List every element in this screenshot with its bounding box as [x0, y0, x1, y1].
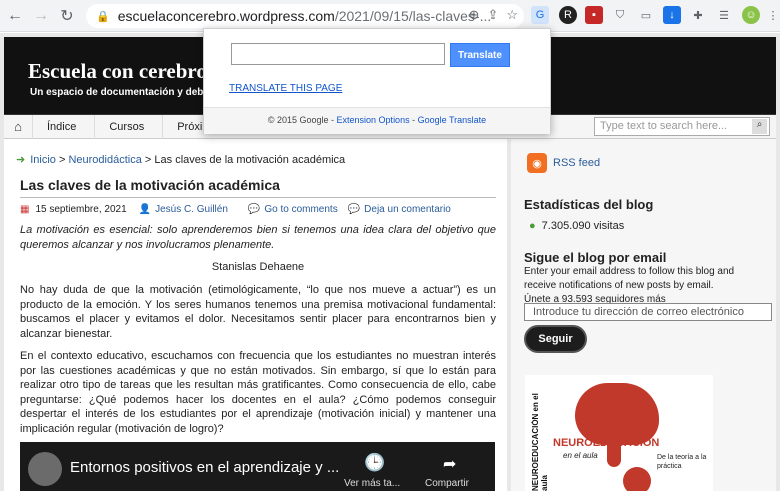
user-icon: 👤	[138, 204, 152, 215]
post-author[interactable]: Jesús C. Guillén	[155, 204, 228, 215]
share-icon[interactable]: ⇪	[487, 7, 498, 23]
sidebar: ◉ RSS feed Estadísticas del blog ● 7.305.…	[511, 139, 776, 491]
comment-bubble-icon: 💬	[247, 204, 261, 215]
translate-popup-footer: © 2015 Google - Extension Options - Goog…	[204, 107, 550, 134]
site-subtitle: Un espacio de documentación y debate so	[30, 87, 233, 98]
menu-item-indice[interactable]: Índice	[32, 114, 94, 139]
r-extension-icon[interactable]: R	[559, 6, 577, 24]
share-arrow-icon[interactable]: ➦	[443, 454, 456, 474]
post-meta: ▦ 15 septiembre, 2021 👤 Jesús C. Guillén…	[20, 197, 496, 215]
go-to-comments-link[interactable]: Go to comments	[264, 204, 337, 215]
translate-text-input[interactable]	[231, 43, 445, 65]
post-quote: La motivación es esencial: solo aprender…	[20, 224, 496, 251]
book-tagline: De la teoría a la práctica	[657, 454, 707, 470]
comment-bubble-icon: 💬	[347, 204, 361, 215]
breadcrumb-sep: >	[58, 154, 66, 166]
translate-page-icon[interactable]: ⊕	[469, 7, 480, 23]
follow-title: Sigue el blog por email	[524, 250, 667, 265]
post-paragraph-1: No hay duda de que la motivación (etimol…	[20, 284, 496, 340]
translate-this-page-link[interactable]: TRANSLATE THIS PAGE	[229, 83, 342, 94]
breadcrumb-sep: >	[144, 154, 152, 166]
puzzle-icon[interactable]: ✚	[689, 6, 707, 24]
breadcrumb: ➜ Inicio > Neurodidáctica > Las claves de…	[16, 153, 345, 166]
bullet-icon: ●	[529, 220, 536, 232]
stats-title: Estadísticas del blog	[524, 197, 654, 212]
address-bar[interactable]: 🔒 escuelaconcerebro.wordpress.com/2021/0…	[86, 4, 524, 28]
post-paragraph-2: En el contexto educativo, escuchamos con…	[20, 350, 496, 435]
back-arrow-icon[interactable]: ←	[4, 5, 26, 27]
breadcrumb-section[interactable]: Neurodidáctica	[68, 154, 141, 166]
email-field[interactable]: Introduce tu dirección de correo electró…	[524, 303, 772, 321]
home-icon[interactable]: ⌂	[4, 119, 32, 134]
watch-later-label[interactable]: Ver más ta...	[344, 478, 400, 489]
follow-button[interactable]: Seguir	[524, 325, 587, 353]
follow-text: Enter your email address to follow this …	[524, 266, 735, 291]
calendar-icon: ▦	[20, 204, 30, 215]
google-translate-link[interactable]: Google Translate	[418, 115, 487, 125]
google-translate-extension-icon[interactable]: G	[531, 6, 549, 24]
footer-copyright: © 2015 Google -	[267, 115, 335, 125]
rss-label[interactable]: RSS feed	[553, 157, 600, 169]
translate-popup: Translate TRANSLATE THIS PAGE © 2015 Goo…	[203, 28, 551, 134]
brain-illustration	[575, 383, 659, 445]
shield-icon[interactable]: ⛉	[611, 6, 629, 24]
video-channel-avatar[interactable]	[28, 452, 62, 486]
lock-icon[interactable]: 🔒	[96, 10, 110, 23]
post-date: 15 septiembre, 2021	[35, 204, 127, 215]
download-extension-icon[interactable]: ↓	[663, 6, 681, 24]
translate-button[interactable]: Translate	[450, 43, 510, 67]
site-search-input[interactable]: Type text to search here... ⌕	[594, 117, 770, 136]
bookmark-star-icon[interactable]: ☆	[506, 7, 518, 23]
search-icon[interactable]: ⌕	[752, 119, 767, 134]
profile-avatar-icon[interactable]: ☺	[742, 6, 760, 24]
breadcrumb-arrow-icon: ➜	[16, 154, 26, 166]
window-extension-icon[interactable]: ▭	[637, 6, 655, 24]
breadcrumb-home[interactable]: Inicio	[30, 154, 56, 166]
rss-feed-link[interactable]: ◉ RSS feed	[527, 153, 600, 173]
reading-list-icon[interactable]: ☰	[715, 6, 733, 24]
quote-author: Stanislas Dehaene	[211, 261, 305, 273]
search-placeholder: Type text to search here...	[600, 120, 728, 132]
footer-sep: -	[412, 115, 416, 125]
leave-comment-link[interactable]: Deja un comentario	[364, 204, 451, 215]
video-title[interactable]: Entornos positivos en el aprendizaje y .…	[70, 459, 339, 476]
red-extension-icon[interactable]: ▪	[585, 6, 603, 24]
video-embed[interactable]: Entornos positivos en el aprendizaje y .…	[20, 442, 495, 491]
main-content: ➜ Inicio > Neurodidáctica > Las claves de…	[4, 139, 507, 491]
breadcrumb-current: Las claves de la motivación académica	[154, 154, 346, 166]
forward-arrow-icon[interactable]: →	[30, 5, 52, 27]
share-label[interactable]: Compartir	[425, 478, 469, 489]
rss-icon[interactable]: ◉	[527, 153, 547, 173]
extension-options-link[interactable]: Extension Options	[337, 115, 410, 125]
menu-item-cursos[interactable]: Cursos	[94, 114, 162, 139]
visits-count: ● 7.305.090 visitas	[529, 220, 624, 232]
reload-icon[interactable]: ↻	[56, 5, 78, 27]
url-host: escuelaconcerebro.wordpress.com	[117, 8, 335, 24]
kebab-menu-icon[interactable]: ⋮	[764, 6, 780, 24]
follow-description: Enter your email address to follow this …	[524, 265, 764, 307]
visits-text: 7.305.090 visitas	[541, 220, 625, 232]
book-cover-image[interactable]: NEUROEDUCACIÓN en el aula NEUROEDUCACIÓN…	[525, 375, 713, 491]
book-spine-text: NEUROEDUCACIÓN en el aula	[531, 393, 549, 491]
book-title: NEUROEDUCACIÓN	[553, 437, 660, 449]
site-title[interactable]: Escuela con cerebro	[28, 59, 207, 84]
book-subtitle: en el aula	[563, 451, 598, 460]
book-seal-illustration	[623, 467, 651, 491]
post-title[interactable]: Las claves de la motivación académica	[20, 177, 280, 193]
watch-later-icon[interactable]: 🕒	[364, 453, 385, 473]
